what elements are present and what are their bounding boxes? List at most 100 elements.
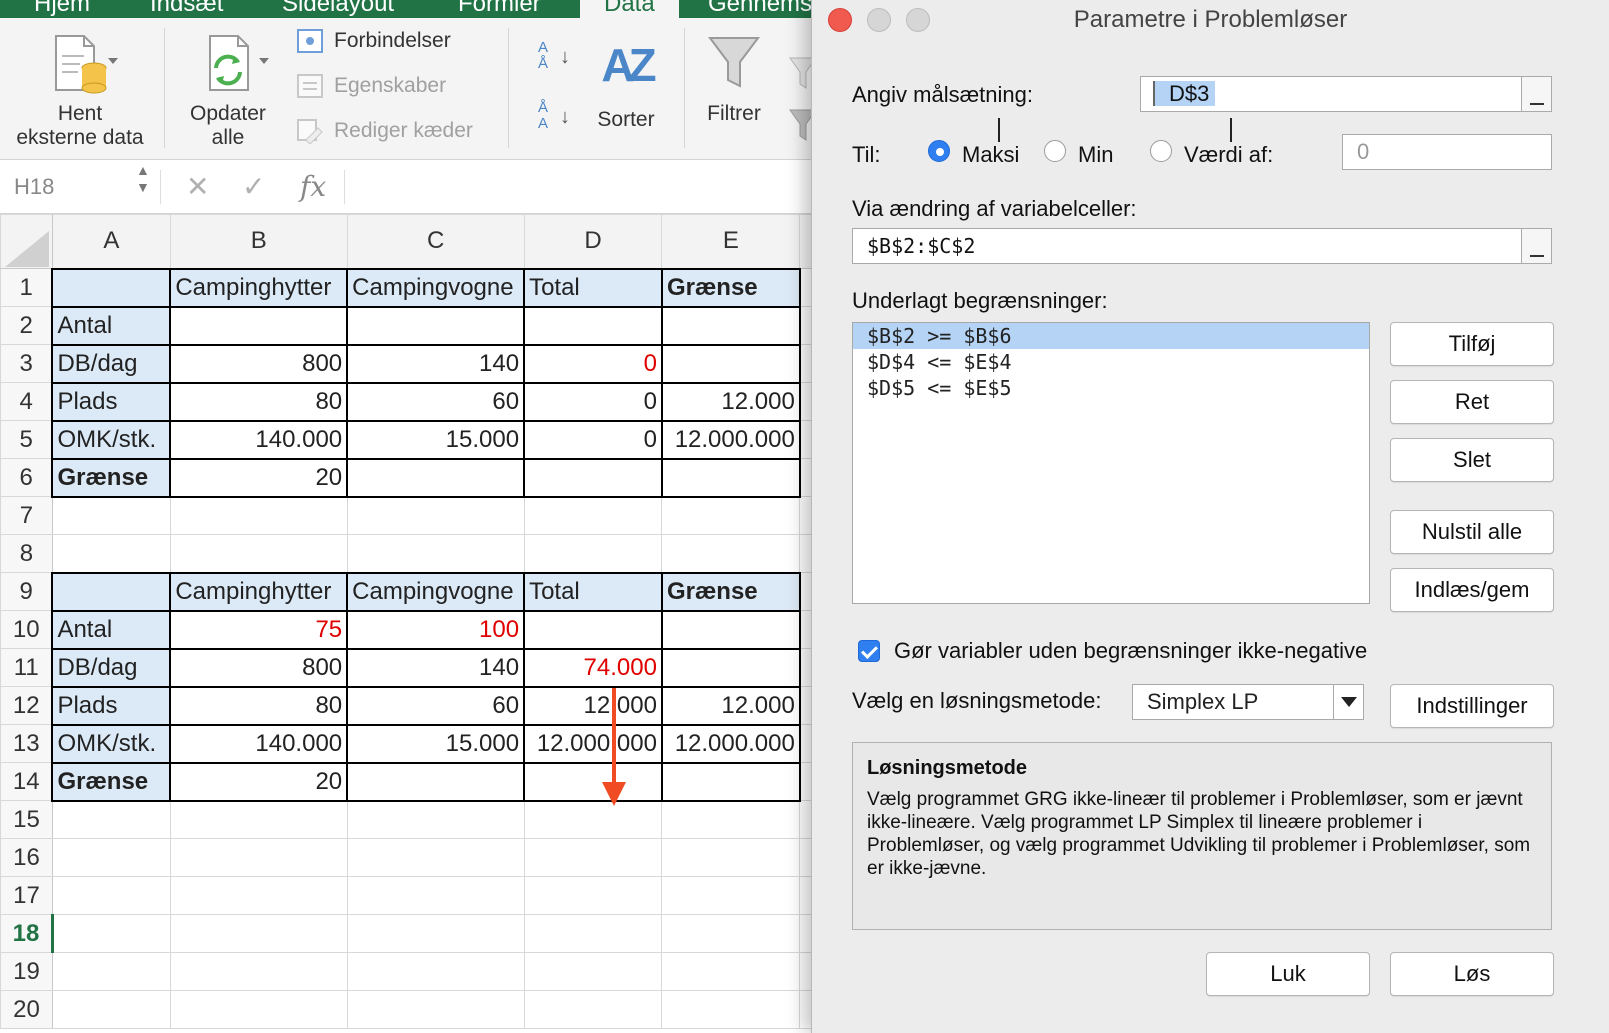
cell-c3[interactable]: 140 bbox=[346, 343, 526, 384]
cell-e18[interactable] bbox=[661, 914, 801, 953]
value-of-field[interactable]: 0 bbox=[1342, 134, 1552, 170]
row-header[interactable]: 1 bbox=[0, 268, 53, 307]
cell-a19[interactable] bbox=[51, 952, 171, 991]
cell-e9[interactable]: Grænse bbox=[660, 571, 801, 612]
row-header[interactable]: 10 bbox=[0, 610, 53, 649]
row-header[interactable]: 15 bbox=[0, 800, 53, 839]
collapse-dialog-icon[interactable] bbox=[1521, 229, 1551, 263]
cell-b15[interactable] bbox=[169, 800, 348, 839]
column-header-c[interactable]: C bbox=[346, 214, 525, 269]
cell-b5[interactable]: 140.000 bbox=[169, 419, 349, 460]
cell-d16[interactable] bbox=[523, 838, 663, 877]
cell-b7[interactable] bbox=[169, 496, 348, 535]
cell-d11[interactable]: 74.000 bbox=[523, 647, 663, 688]
cell-e16[interactable] bbox=[661, 838, 801, 877]
cell-d14[interactable] bbox=[523, 761, 663, 802]
delete-constraint-button[interactable]: Slet bbox=[1390, 438, 1554, 482]
tab-formler[interactable]: Formler bbox=[458, 0, 541, 18]
radio-max[interactable] bbox=[928, 140, 950, 162]
row-header[interactable]: 14 bbox=[0, 762, 53, 801]
cell-e2[interactable] bbox=[660, 305, 801, 346]
cell-d19[interactable] bbox=[523, 952, 663, 991]
cell-a6[interactable]: Grænse bbox=[51, 457, 172, 498]
cell-e11[interactable] bbox=[660, 647, 801, 688]
cell-a3[interactable]: DB/dag bbox=[51, 343, 172, 384]
cell-c15[interactable] bbox=[346, 800, 525, 839]
nonnegative-label[interactable]: Gør variabler uden begrænsninger ikke-ne… bbox=[894, 638, 1367, 664]
cell-b6[interactable]: 20 bbox=[169, 457, 349, 498]
cell-d3[interactable]: 0 bbox=[523, 343, 663, 384]
cell-e8[interactable] bbox=[661, 534, 801, 573]
radio-value-of[interactable] bbox=[1150, 140, 1172, 162]
options-button[interactable]: Indstillinger bbox=[1390, 684, 1554, 728]
cell-d20[interactable] bbox=[523, 990, 663, 1029]
cell-b17[interactable] bbox=[169, 876, 348, 915]
cell-b19[interactable] bbox=[169, 952, 348, 991]
radio-min-label[interactable]: Min bbox=[1078, 142, 1113, 168]
filter-button[interactable]: Filtrer bbox=[698, 32, 770, 126]
cell-b20[interactable] bbox=[169, 990, 348, 1029]
row-header[interactable]: 8 bbox=[0, 534, 53, 573]
row-header[interactable]: 19 bbox=[0, 952, 53, 991]
cell-b16[interactable] bbox=[169, 838, 348, 877]
cell-a8[interactable] bbox=[51, 534, 171, 573]
cell-b1[interactable]: Campinghytter bbox=[169, 267, 349, 308]
cell-b14[interactable]: 20 bbox=[169, 761, 349, 802]
cell-d5[interactable]: 0 bbox=[523, 419, 663, 460]
row-header[interactable]: 2 bbox=[0, 306, 53, 345]
cell-e20[interactable] bbox=[661, 990, 801, 1029]
cell-d18[interactable] bbox=[523, 914, 663, 953]
cell-c13[interactable]: 15.000 bbox=[346, 723, 526, 764]
row-header[interactable]: 18 bbox=[0, 914, 54, 953]
cell-c5[interactable]: 15.000 bbox=[346, 419, 526, 460]
nonnegative-checkbox[interactable] bbox=[858, 640, 880, 662]
cell-c9[interactable]: Campingvogne bbox=[346, 571, 526, 612]
cell-b12[interactable]: 80 bbox=[169, 685, 349, 726]
cell-d2[interactable] bbox=[523, 305, 663, 346]
sort-ascending-button[interactable]: A Å ↓ bbox=[538, 40, 578, 80]
cell-e15[interactable] bbox=[661, 800, 801, 839]
cancel-icon[interactable]: ✕ bbox=[186, 170, 209, 203]
cell-a18[interactable] bbox=[51, 914, 171, 953]
name-box[interactable]: H18 bbox=[14, 174, 54, 200]
cell-b8[interactable] bbox=[169, 534, 348, 573]
cell-c20[interactable] bbox=[346, 990, 525, 1029]
cell-b2[interactable] bbox=[169, 305, 349, 346]
cell-b3[interactable]: 800 bbox=[169, 343, 349, 384]
confirm-icon[interactable]: ✓ bbox=[242, 170, 265, 203]
cell-d13[interactable]: 12.000.000 bbox=[523, 723, 663, 764]
load-save-button[interactable]: Indlæs/gem bbox=[1390, 568, 1554, 612]
select-all-corner[interactable] bbox=[0, 214, 53, 269]
reset-all-button[interactable]: Nulstil alle bbox=[1390, 510, 1554, 554]
chevron-down-icon[interactable] bbox=[108, 58, 118, 64]
change-constraint-button[interactable]: Ret bbox=[1390, 380, 1554, 424]
cell-b9[interactable]: Campinghytter bbox=[169, 571, 349, 612]
cell-d6[interactable] bbox=[523, 457, 663, 498]
cell-c11[interactable]: 140 bbox=[346, 647, 526, 688]
cell-c12[interactable]: 60 bbox=[346, 685, 526, 726]
variable-cells-field[interactable]: $B$2:$C$2 bbox=[852, 228, 1552, 264]
radio-min[interactable] bbox=[1044, 140, 1066, 162]
cell-d7[interactable] bbox=[523, 496, 663, 535]
cell-c17[interactable] bbox=[346, 876, 525, 915]
cell-b11[interactable]: 800 bbox=[169, 647, 349, 688]
cell-a15[interactable] bbox=[51, 800, 171, 839]
cell-c10[interactable]: 100 bbox=[346, 609, 526, 650]
cell-c14[interactable] bbox=[346, 761, 526, 802]
cell-e12[interactable]: 12.000 bbox=[660, 685, 801, 726]
cell-a4[interactable]: Plads bbox=[51, 381, 172, 422]
cell-c18[interactable] bbox=[346, 914, 525, 953]
constraint-item[interactable]: $D$4 <= $E$4 bbox=[853, 349, 1369, 375]
column-header-b[interactable]: B bbox=[169, 214, 348, 269]
row-header[interactable]: 6 bbox=[0, 458, 53, 497]
get-external-data-button[interactable]: Hent eksterne data bbox=[10, 32, 150, 150]
radio-value-of-label[interactable]: Værdi af: bbox=[1184, 142, 1273, 168]
chevron-down-icon[interactable] bbox=[1333, 685, 1363, 719]
tab-indsaet[interactable]: Indsæt bbox=[150, 0, 223, 18]
cell-a12[interactable]: Plads bbox=[51, 685, 172, 726]
tab-hjem[interactable]: Hjem bbox=[34, 0, 90, 18]
row-header[interactable]: 20 bbox=[0, 990, 53, 1029]
cell-c16[interactable] bbox=[346, 838, 525, 877]
cell-a20[interactable] bbox=[51, 990, 171, 1029]
row-header[interactable]: 5 bbox=[0, 420, 53, 459]
